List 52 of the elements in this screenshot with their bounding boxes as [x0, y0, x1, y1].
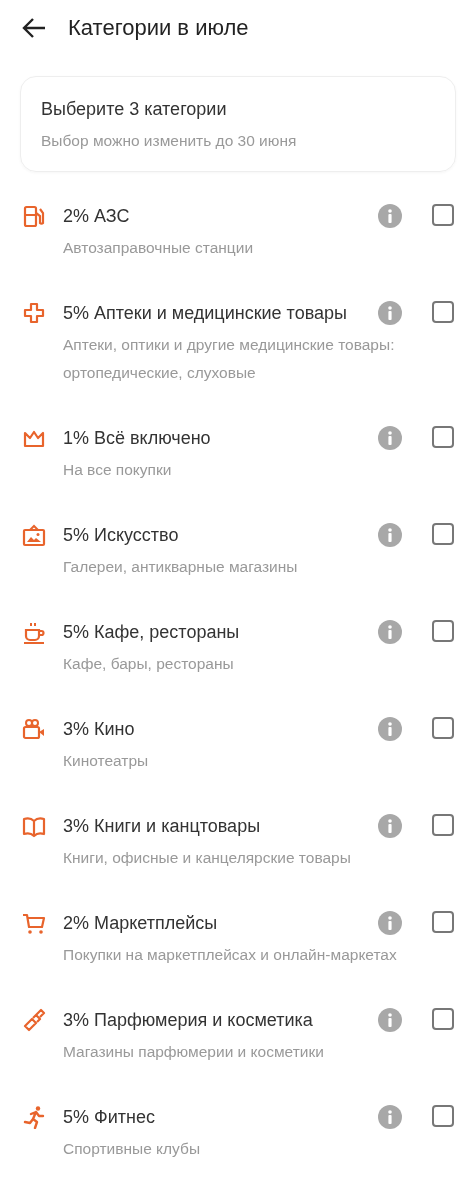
- movie-camera-icon: [22, 717, 46, 741]
- category-description: Магазины парфюмерии и косметики: [63, 1042, 325, 1062]
- category-title: 5% Искусство: [63, 524, 180, 547]
- category-description: Галереи, антикварные магазины: [63, 557, 299, 577]
- checkbox[interactable]: [432, 301, 454, 323]
- notice-title: Выберите 3 категории: [41, 98, 228, 121]
- category-title: 5% Фитнес: [63, 1106, 156, 1129]
- page-title: Категории в июле: [68, 15, 249, 41]
- cross-icon: [22, 301, 46, 325]
- open-book-icon: [22, 814, 46, 838]
- category-title: 3% Парфюмерия и косметика: [63, 1009, 314, 1032]
- category-title: 3% Книги и канцтовары: [63, 815, 262, 838]
- category-title: 1% Всё включено: [63, 427, 212, 450]
- info-icon[interactable]: [377, 425, 403, 451]
- running-person-icon: [22, 1105, 46, 1129]
- info-icon[interactable]: [377, 619, 403, 645]
- info-icon[interactable]: [377, 300, 403, 326]
- checkbox[interactable]: [432, 426, 454, 448]
- info-icon[interactable]: [377, 203, 403, 229]
- info-icon[interactable]: [377, 1104, 403, 1130]
- category-description: Кафе, бары, рестораны: [63, 654, 235, 674]
- checkbox[interactable]: [432, 1105, 454, 1127]
- info-icon[interactable]: [377, 1007, 403, 1033]
- fuel-pump-icon: [22, 204, 46, 228]
- picture-frame-icon: [22, 523, 46, 547]
- checkbox[interactable]: [432, 523, 454, 545]
- checkbox[interactable]: [432, 814, 454, 836]
- category-title: 2% Маркетплейсы: [63, 912, 219, 935]
- category-description: Покупки на маркетплейсах и онлайн-маркетах: [63, 945, 398, 965]
- checkbox[interactable]: [432, 620, 454, 642]
- info-icon[interactable]: [377, 813, 403, 839]
- category-title: 2% АЗС: [63, 205, 131, 228]
- checkbox[interactable]: [432, 717, 454, 739]
- lipstick-icon: [22, 1008, 46, 1032]
- category-description: На все покупки: [63, 460, 173, 480]
- checkbox[interactable]: [432, 1008, 454, 1030]
- info-icon[interactable]: [377, 716, 403, 742]
- coffee-cup-icon: [22, 620, 46, 644]
- category-title: 5% Кафе, рестораны: [63, 621, 241, 644]
- notice-subtitle: Выбор можно изменить до 30 июня: [41, 131, 298, 151]
- category-description: Кинотеатры: [63, 751, 150, 771]
- category-description: Аптеки, оптики и другие медицинские товары: ортопедические, слуховые: [63, 335, 396, 383]
- info-icon[interactable]: [377, 522, 403, 548]
- info-icon[interactable]: [377, 910, 403, 936]
- checkbox[interactable]: [432, 911, 454, 933]
- checkbox[interactable]: [432, 204, 454, 226]
- category-title: 3% Кино: [63, 718, 136, 741]
- category-description: Автозаправочные станции: [63, 238, 255, 258]
- category-description: Спортивные клубы: [63, 1139, 202, 1159]
- category-description: Книги, офисные и канцелярские товары: [63, 848, 352, 868]
- category-title: 5% Аптеки и медицинские товары: [63, 302, 348, 325]
- shopping-cart-icon: [22, 911, 46, 935]
